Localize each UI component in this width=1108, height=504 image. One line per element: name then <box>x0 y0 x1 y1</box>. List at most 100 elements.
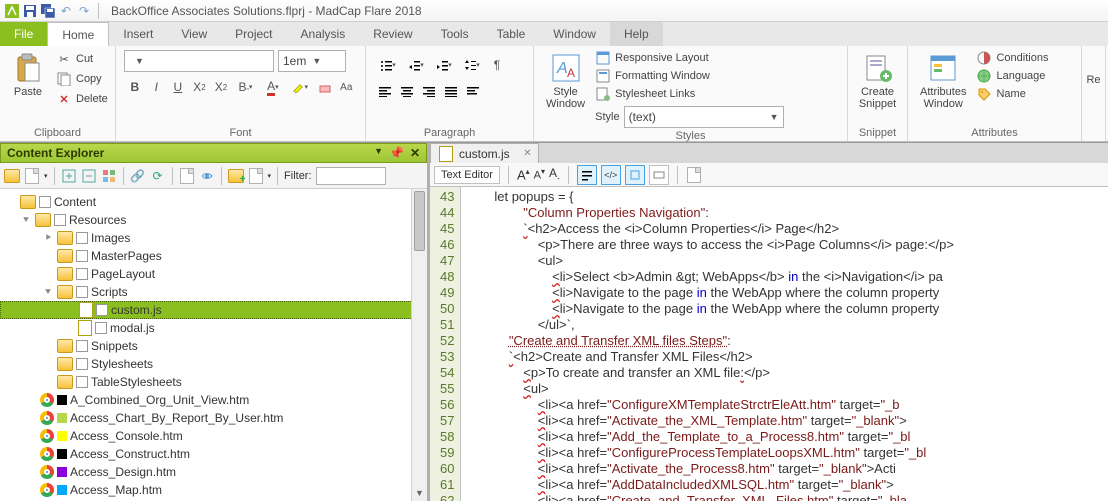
tab-view[interactable]: View <box>167 22 221 46</box>
align-right-button[interactable] <box>418 80 440 102</box>
style-window-button[interactable]: AA Style Window <box>542 50 589 112</box>
expand-toggle[interactable]: ⯈ <box>42 233 54 244</box>
undo-icon[interactable]: ↶ <box>58 3 74 19</box>
link-button[interactable]: 🔗 <box>130 168 146 184</box>
tab-tools[interactable]: Tools <box>427 22 483 46</box>
toggle-outline-button[interactable] <box>625 165 645 185</box>
scroll-down-icon[interactable]: ▼ <box>412 485 427 501</box>
tab-table[interactable]: Table <box>483 22 540 46</box>
checkbox[interactable] <box>96 304 108 316</box>
truncated-button[interactable]: Re <box>1084 50 1103 88</box>
tree-scrollbar[interactable]: ▲ ▼ <box>411 189 427 501</box>
tab-project[interactable]: Project <box>221 22 286 46</box>
scroll-thumb[interactable] <box>414 191 425 251</box>
bullet-list-button[interactable]: ▾ <box>374 54 402 76</box>
font-decrease-button[interactable]: A▾ <box>534 167 545 182</box>
name-button[interactable]: Name <box>976 86 1048 102</box>
tab-review[interactable]: Review <box>359 22 426 46</box>
refresh-button[interactable]: ⟳ <box>150 168 166 184</box>
toggle-wrap-button[interactable] <box>577 165 597 185</box>
panel-close-icon[interactable]: ✕ <box>410 146 420 160</box>
save-icon[interactable] <box>22 3 38 19</box>
checkbox[interactable] <box>76 250 88 262</box>
new-doc-button[interactable] <box>686 167 702 183</box>
bold-button[interactable]: B <box>124 76 146 98</box>
editor-file-tab[interactable]: custom.js ✕ <box>430 143 539 163</box>
create-snippet-button[interactable]: Create Snippet <box>856 50 899 112</box>
tab-home[interactable]: Home <box>47 22 109 46</box>
style-combo[interactable]: (text)▼ <box>624 106 784 128</box>
quote-button[interactable]: B„▾ <box>232 76 259 98</box>
attributes-window-button[interactable]: Attributes Window <box>916 50 970 112</box>
tab-insert[interactable]: Insert <box>109 22 167 46</box>
checkbox[interactable] <box>76 376 88 388</box>
save-all-icon[interactable] <box>40 3 56 19</box>
properties-button[interactable] <box>179 168 195 184</box>
underline-button[interactable]: U <box>167 76 189 98</box>
tab-window[interactable]: Window <box>539 22 610 46</box>
font-family-combo[interactable]: ▼ <box>124 50 274 72</box>
outdent-button[interactable]: ▾ <box>402 54 430 76</box>
panel-pin-icon[interactable]: 📌 <box>389 146 404 160</box>
tab-file[interactable]: File <box>0 22 47 46</box>
superscript-button[interactable]: X2 <box>189 76 211 98</box>
checkbox[interactable] <box>76 358 88 370</box>
checkbox[interactable] <box>76 286 88 298</box>
font-reset-button[interactable]: A- <box>549 166 560 182</box>
show-files-button[interactable] <box>24 168 40 184</box>
new-file-button[interactable] <box>248 168 264 184</box>
toggle-syntax-button[interactable]: </> <box>601 165 621 185</box>
font-color-button[interactable]: A▾ <box>259 76 286 98</box>
show-marks-button[interactable]: ¶ <box>486 54 508 76</box>
italic-button[interactable]: I <box>146 76 168 98</box>
formatting-window-button[interactable]: Formatting Window <box>595 68 783 84</box>
content-tree[interactable]: Content ⯆Resources ⯈Images MasterPages P… <box>0 189 427 501</box>
subscript-button[interactable]: X2 <box>210 76 232 98</box>
align-center-button[interactable] <box>396 80 418 102</box>
copy-button[interactable]: Copy <box>54 70 110 88</box>
align-default-button[interactable] <box>462 80 484 102</box>
case-button[interactable]: Aa <box>336 76 358 98</box>
tree-item-selected[interactable]: custom.js <box>0 301 427 319</box>
align-justify-button[interactable] <box>440 80 462 102</box>
text-editor-mode-button[interactable]: Text Editor <box>434 166 500 184</box>
code-body[interactable]: let popups = { "Column Properties Naviga… <box>461 187 1108 501</box>
checkbox[interactable] <box>54 214 66 226</box>
line-spacing-button[interactable]: ▾ <box>458 54 486 76</box>
align-left-button[interactable] <box>374 80 396 102</box>
checkbox[interactable] <box>76 232 88 244</box>
toggle-autocomplete-button[interactable] <box>649 165 669 185</box>
font-increase-button[interactable]: A▴ <box>517 167 530 182</box>
toggle-view-button[interactable] <box>101 168 117 184</box>
expand-all-button[interactable] <box>61 168 77 184</box>
checkbox[interactable] <box>95 322 107 334</box>
font-size-combo[interactable]: 1em▼ <box>278 50 346 72</box>
close-tab-icon[interactable]: ✕ <box>523 148 531 159</box>
clear-format-button[interactable] <box>314 76 336 98</box>
checkbox[interactable] <box>76 268 88 280</box>
checkbox[interactable] <box>39 196 51 208</box>
checkbox[interactable] <box>76 340 88 352</box>
new-folder-button[interactable]: + <box>228 168 244 184</box>
indent-button[interactable]: ▾ <box>430 54 458 76</box>
expand-toggle[interactable]: ⯆ <box>42 287 54 298</box>
preview-button[interactable] <box>199 168 215 184</box>
language-button[interactable]: Language <box>976 68 1048 84</box>
collapse-all-button[interactable] <box>81 168 97 184</box>
stylesheet-links-button[interactable]: Stylesheet Links <box>595 86 783 102</box>
show-folders-button[interactable] <box>4 168 20 184</box>
tab-analysis[interactable]: Analysis <box>287 22 360 46</box>
expand-toggle[interactable]: ⯆ <box>20 215 32 226</box>
redo-icon[interactable]: ↷ <box>76 3 92 19</box>
delete-button[interactable]: ✕Delete <box>54 90 110 108</box>
filter-input[interactable] <box>316 167 386 185</box>
cut-button[interactable]: ✂Cut <box>54 50 110 68</box>
paste-button[interactable]: Paste <box>8 50 48 100</box>
responsive-layout-button[interactable]: Responsive Layout <box>595 50 783 66</box>
highlight-button[interactable]: ▾ <box>287 76 314 98</box>
code-area[interactable]: 4344454647484950515253545556575859606162… <box>430 187 1108 501</box>
panel-dropdown-icon[interactable]: ▼ <box>374 146 383 160</box>
tab-help[interactable]: Help <box>610 22 663 46</box>
conditions-button[interactable]: Conditions <box>976 50 1048 66</box>
content-explorer-title: Content Explorer <box>7 146 104 160</box>
